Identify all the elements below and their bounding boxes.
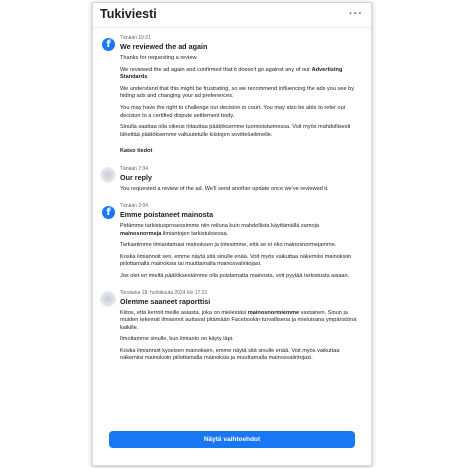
message-text: Koska ilmiannoit kyseisen mainoksen, emm…	[120, 347, 340, 362]
message-timestamp: Tänään 2:04	[120, 202, 149, 209]
more-options-icon[interactable]: ···	[349, 8, 363, 20]
message-timestamp: Torstaina 18. huhtikuuta 2024 klo 17:21	[120, 289, 208, 296]
message-text: You requested a review of the ad. We'll …	[120, 186, 329, 193]
message-text: Kiitos, että kerroit meille asiasta, jok…	[120, 309, 357, 331]
facebook-logo-icon: f	[102, 205, 115, 219]
panel-header: Tukiviesti ···	[93, 3, 371, 28]
message-text: You may have the right to challenge our …	[120, 104, 346, 119]
message-timestamp: Tänään 10:21	[120, 35, 151, 41]
avatar	[100, 167, 116, 184]
message-text: We reviewed the ad again and confirmed t…	[120, 66, 343, 81]
message-title: Our reply	[120, 173, 152, 183]
panel-title: Tukiviesti	[100, 7, 157, 21]
message-text: Thanks for requesting a review.	[120, 55, 198, 61]
see-details-link[interactable]: Katso tiedot	[120, 148, 152, 154]
message-item: Torstaina 18. huhtikuuta 2024 klo 17:21 …	[93, 290, 371, 364]
message-title: We reviewed the ad again	[120, 42, 208, 51]
message-text: Sinulla saattaa olla oikeus riitauttaa p…	[120, 124, 351, 138]
message-text: We understand that this might be frustra…	[120, 85, 355, 100]
ad-standards-link[interactable]: mainosnormiemme	[248, 310, 299, 316]
avatar	[100, 290, 116, 307]
message-timestamp: Tänään 7:34	[120, 166, 149, 173]
ad-standards-link[interactable]: mainosnormeja	[120, 231, 161, 237]
message-title: Emme poistaneet mainosta	[120, 209, 214, 219]
message-text: Ilmoitamme sinulle, kun ilmianto on käyt…	[120, 336, 234, 343]
message-item: f Tänään 2:04 Emme poistaneet mainosta P…	[93, 203, 371, 281]
facebook-logo-icon: f	[102, 38, 115, 51]
message-item: Tänään 7:34 Our reply You requested a re…	[93, 166, 371, 194]
message-title: Olemme saaneet raporttisi	[120, 296, 211, 306]
message-text: Koska ilmiannoit sen, emme näytä sitä si…	[120, 253, 352, 268]
message-text: Jos olet eri mieltä päätöksestämme olla …	[120, 272, 350, 279]
message-list: f Tänään 10:21 We reviewed the ad again …	[93, 35, 371, 370]
support-message-panel: Tukiviesti ··· f Tänään 10:21 We reviewe…	[92, 2, 372, 466]
message-item: f Tänään 10:21 We reviewed the ad again …	[93, 35, 371, 157]
show-options-button[interactable]: Näytä vaihtoehdot	[109, 431, 355, 448]
message-text: Pidämme tarkistusprosessimme niin reilun…	[120, 222, 319, 237]
message-text: Tarkastimme ilmiantamasi mainoksen ja to…	[120, 242, 337, 249]
